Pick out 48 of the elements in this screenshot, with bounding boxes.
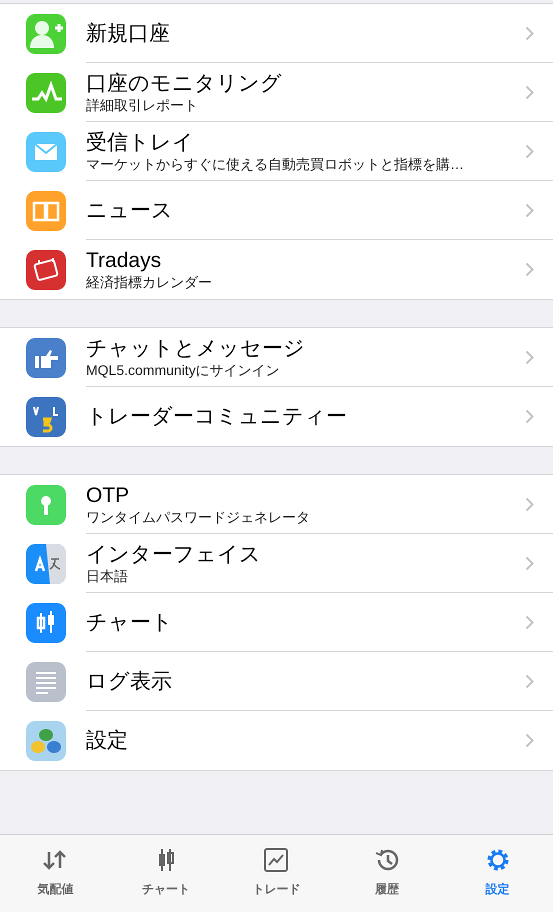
menu-item[interactable]: チャート	[0, 593, 553, 652]
menu-item[interactable]: 新規口座	[0, 4, 553, 63]
chevron-icon	[525, 733, 534, 748]
item-title: 新規口座	[86, 20, 171, 46]
item-title: ニュース	[86, 198, 174, 222]
item-subtitle: 経済指標カレンダー	[86, 273, 213, 291]
item-title: トレーダーコミュニティー	[86, 404, 348, 429]
menu-item[interactable]: OTP ワンタイムパスワードジェネレータ	[0, 475, 553, 534]
item-title: OTP	[86, 482, 130, 508]
item-title: チャットとメッセージ	[86, 336, 306, 360]
menu-item[interactable]: チャットとメッセージ MQL5.communityにサインイン	[0, 328, 553, 387]
item-subtitle: ワンタイムパスワードジェネレータ	[86, 508, 311, 526]
item-subtitle: MQL5.communityにサインイン	[86, 360, 281, 378]
chevron-icon	[525, 496, 534, 512]
menu-item[interactable]: 口座のモニタリング 詳細取引レポート	[0, 63, 553, 122]
menu-item[interactable]: Tradays 経済指標カレンダー	[0, 240, 553, 299]
chevron-icon	[525, 556, 534, 570]
item-title: 受信トレイ	[86, 130, 195, 154]
item-title: Tradays	[86, 248, 162, 273]
chart-icon	[262, 846, 290, 874]
item-title: 口座のモニタリング	[86, 70, 283, 96]
chevron-icon	[525, 674, 534, 688]
item-title: チャート	[86, 610, 174, 634]
chevron-icon	[525, 202, 534, 218]
chevron-icon	[525, 262, 534, 277]
tab[interactable]: チャート	[110, 835, 222, 912]
item-subtitle: 日本語	[86, 566, 129, 584]
chevron-icon	[525, 84, 534, 100]
chevron-icon	[525, 26, 534, 40]
menu-item[interactable]: トレーダーコミュニティー	[0, 387, 553, 446]
tab[interactable]: トレード	[221, 835, 332, 912]
tab[interactable]: 履歴	[332, 835, 442, 912]
tab[interactable]: 設定	[442, 835, 553, 912]
item-title: 設定	[86, 728, 129, 753]
chevron-icon	[525, 350, 534, 364]
chevron-icon	[525, 409, 534, 424]
item-title: ログ表示	[86, 668, 173, 694]
item-subtitle: 詳細取引レポート	[86, 96, 199, 114]
chevron-icon	[525, 144, 534, 158]
item-subtitle: マーケットからすぐに使える自動売買ロボットと指標を購…	[86, 154, 465, 172]
tab[interactable]: 気配値	[0, 835, 111, 912]
menu-item[interactable]: インターフェイス 日本語	[0, 534, 553, 593]
menu-item[interactable]: 設定	[0, 711, 553, 770]
menu-item[interactable]: ログ表示	[0, 652, 553, 711]
menu-item[interactable]: 受信トレイ マーケットからすぐに使える自動売買ロボットと指標を購…	[0, 122, 553, 181]
item-title: インターフェイス	[86, 542, 262, 566]
menu-item[interactable]: ニュース	[0, 181, 553, 240]
chevron-icon	[525, 614, 534, 630]
